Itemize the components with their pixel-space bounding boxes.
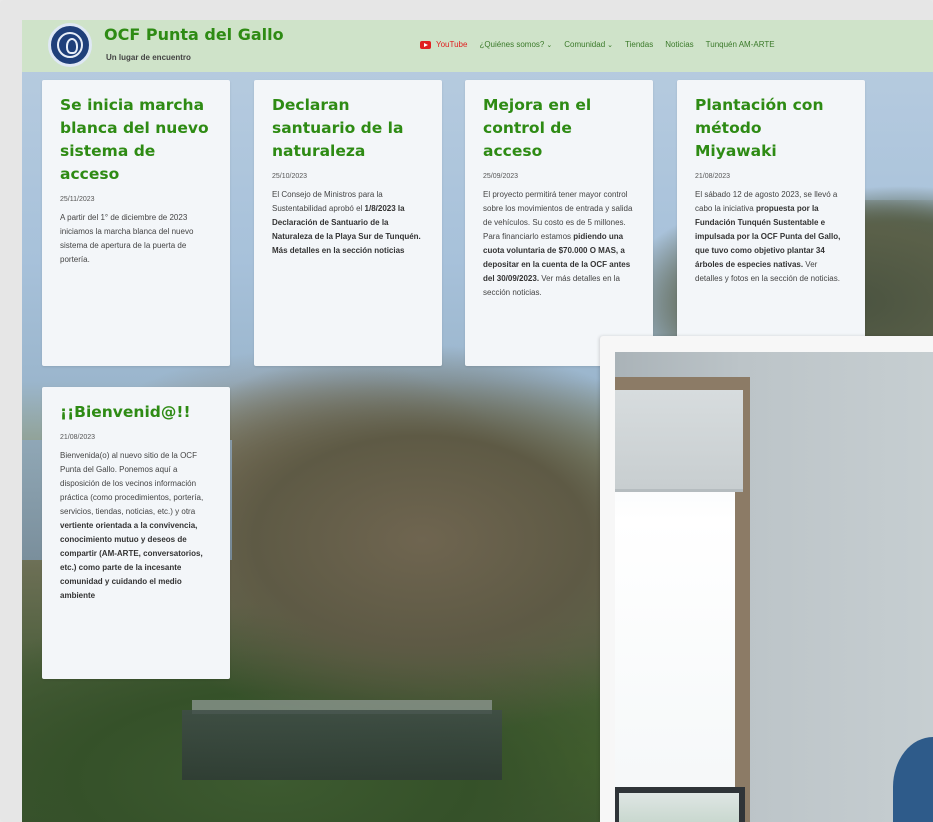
chevron-down-icon: ⌄ [607, 41, 614, 49]
news-card[interactable]: Declaran santuario de la naturaleza 25/1… [254, 80, 442, 366]
nav-item-quienes-somos[interactable]: ¿Quiénes somos? ⌄ [479, 40, 552, 49]
nav-label-comunidad: Comunidad [564, 40, 606, 49]
card-body: El Consejo de Ministros para la Sustenta… [272, 188, 424, 258]
card-date: 21/08/2023 [695, 173, 731, 180]
nav-label-noticias: Noticias [665, 40, 694, 49]
card-date: 25/11/2023 [60, 196, 95, 203]
main-nav: YouTube ¿Quiénes somos? ⌄ Comunidad ⌄ Ti… [420, 40, 775, 49]
site-header: OCF Punta del Gallo Un lugar de encuentr… [22, 20, 933, 72]
news-card[interactable]: ¡¡Bienvenid@!! 21/08/2023 Bienvenida(o) … [42, 387, 230, 679]
card-title[interactable]: ¡¡Bienvenid@!! [60, 401, 212, 424]
logo-emblem-icon [57, 32, 83, 58]
video-window-blind [615, 390, 743, 492]
card-date: 25/09/2023 [483, 173, 519, 180]
site-logo[interactable] [48, 23, 92, 67]
background-building [182, 710, 502, 780]
news-card[interactable]: Mejora en el control de acceso 25/09/202… [465, 80, 653, 366]
card-body: El sábado 12 de agosto 2023, se llevó a … [695, 188, 847, 286]
browser-frame: OCF Punta del Gallo Un lugar de encuentr… [0, 0, 933, 822]
site-tagline: Un lugar de encuentro [106, 53, 191, 62]
news-card[interactable]: Se inicia marcha blanca del nuevo sistem… [42, 80, 230, 366]
nav-item-noticias[interactable]: Noticias [665, 40, 693, 49]
card-body-highlight: propuesta por la Fundación Tunquén Suste… [695, 204, 841, 269]
chevron-down-icon: ⌄ [546, 41, 553, 49]
card-title[interactable]: Plantación con método Miyawaki [695, 94, 847, 163]
site-title[interactable]: OCF Punta del Gallo [104, 25, 284, 44]
nav-label-tiendas: Tiendas [625, 40, 654, 49]
nav-item-tiendas[interactable]: Tiendas [625, 40, 653, 49]
nav-label-quienes-somos: ¿Quiénes somos? [479, 40, 545, 49]
card-title[interactable]: Se inicia marcha blanca del nuevo sistem… [60, 94, 212, 186]
card-body: A partir del 1° de diciembre de 2023 ini… [60, 213, 194, 264]
video-monitor-screen [619, 793, 739, 822]
news-card[interactable]: Plantación con método Miyawaki 21/08/202… [677, 80, 865, 342]
youtube-icon [420, 40, 431, 49]
nav-item-comunidad[interactable]: Comunidad ⌄ [564, 40, 613, 49]
card-body-text: Bienvenida(o) al nuevo sitio de la OCF P… [60, 451, 204, 516]
card-body: Bienvenida(o) al nuevo sitio de la OCF P… [60, 449, 212, 603]
nav-label-am-arte: Tunquén AM-ARTE [705, 40, 775, 49]
card-title[interactable]: Mejora en el control de acceso [483, 94, 635, 163]
card-body-highlight: vertiente orientada a la convivencia, co… [60, 521, 203, 600]
card-title[interactable]: Declaran santuario de la naturaleza [272, 94, 424, 163]
card-date: 25/10/2023 [272, 173, 308, 180]
card-body: El proyecto permitirá tener mayor contro… [483, 188, 635, 300]
card-date: 21/08/2023 [60, 434, 96, 441]
nav-label-youtube: YouTube [436, 40, 468, 49]
video-feed[interactable] [615, 352, 933, 822]
nav-item-am-arte[interactable]: Tunquén AM-ARTE [706, 40, 775, 49]
nav-item-youtube[interactable]: YouTube [420, 40, 467, 49]
